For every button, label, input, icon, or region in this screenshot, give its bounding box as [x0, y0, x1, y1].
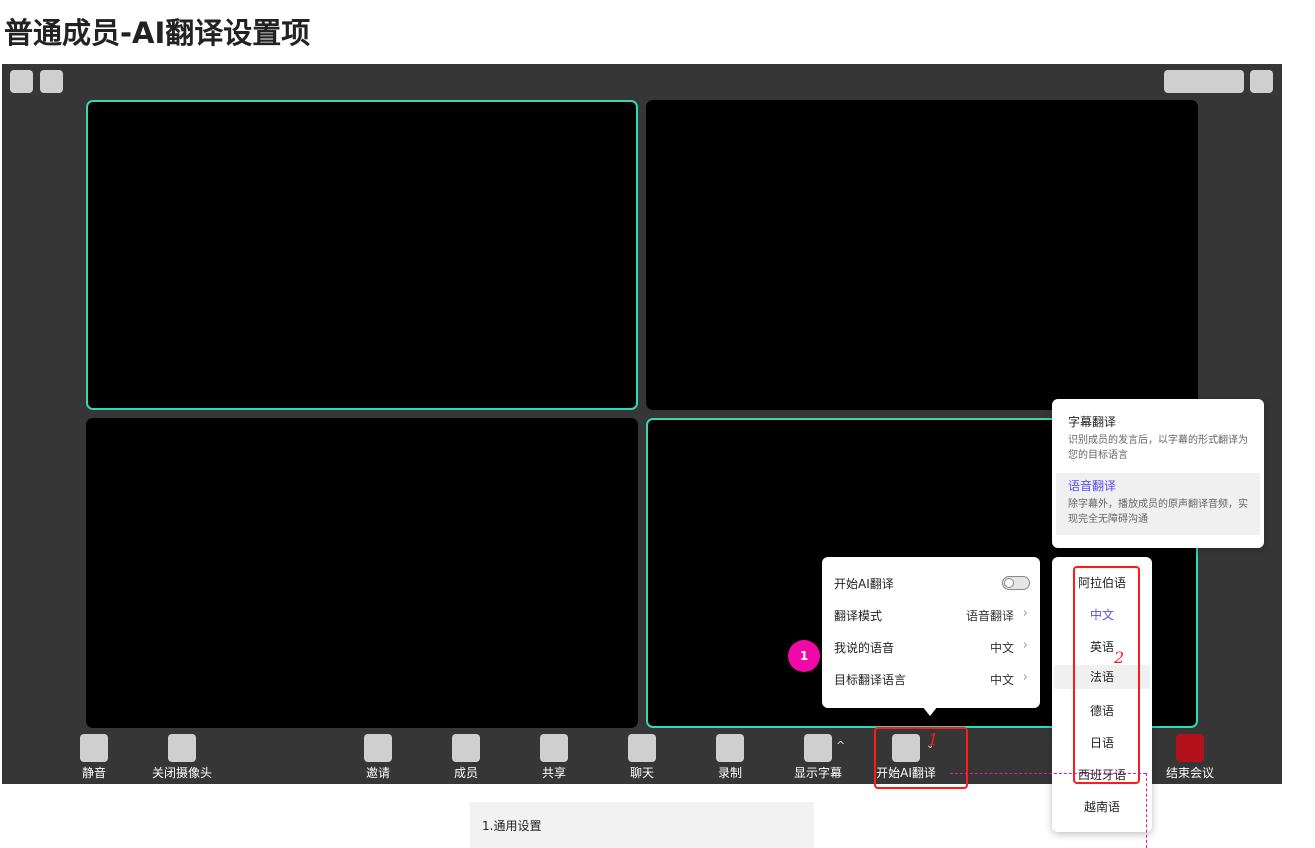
mode-option-desc: 识别成员的发言后，以字幕的形式翻译为您的目标语言 — [1068, 435, 1248, 461]
mode-option-title: 语音翻译 — [1068, 479, 1117, 493]
language-option[interactable]: 越南语 — [1054, 795, 1150, 819]
camera-off-label: 关闭摄像头 — [151, 766, 212, 780]
record-icon — [716, 734, 744, 762]
ai-translation-settings-popup: 开始AI翻译 翻译模式 语音翻译 › 我说的语音 中文 › 目标翻译语言 中文 … — [822, 557, 1040, 708]
subtitles-icon — [804, 734, 832, 762]
my-language-value: 中文 — [989, 641, 1014, 655]
chevron-right-icon: › — [1022, 606, 1028, 621]
translation-mode-row[interactable]: 翻译模式 语音翻译 › — [834, 604, 1030, 626]
page-title: 普通成员-AI翻译设置项 — [4, 16, 311, 50]
video-tile-active[interactable] — [86, 100, 638, 410]
chevron-up-icon[interactable]: ^ — [836, 739, 845, 752]
end-meeting-button[interactable]: 结束会议 — [1150, 734, 1230, 781]
chevron-right-icon: › — [1022, 638, 1028, 653]
video-tile[interactable] — [646, 100, 1198, 410]
end-meeting-label: 结束会议 — [1165, 766, 1214, 780]
mute-button[interactable]: 静音 — [54, 734, 134, 781]
share-button[interactable]: 共享 — [514, 734, 594, 781]
toggle-knob — [1004, 578, 1014, 588]
step-badge: 1 — [788, 640, 820, 672]
mode-option-title: 字幕翻译 — [1068, 415, 1117, 429]
my-language-label: 我说的语音 — [834, 641, 895, 655]
members-icon — [452, 734, 480, 762]
chevron-right-icon: › — [1022, 670, 1028, 685]
target-language-value: 中文 — [989, 673, 1014, 687]
window-control-button[interactable] — [10, 70, 33, 93]
share-icon — [540, 734, 568, 762]
mode-option-voice[interactable]: 语音翻译 除字幕外，播放成员的原声翻译音频，实现完全无障碍沟通 — [1056, 473, 1260, 535]
popup-pointer — [922, 706, 938, 716]
show-subtitles-button[interactable]: 显示字幕 — [778, 734, 858, 781]
translation-mode-popup: 字幕翻译 识别成员的发言后，以字幕的形式翻译为您的目标语言 语音翻译 除字幕外，… — [1052, 399, 1264, 548]
chat-label: 聊天 — [629, 766, 654, 780]
record-label: 录制 — [717, 766, 742, 780]
ai-translation-toggle[interactable] — [1002, 576, 1030, 590]
video-tile[interactable] — [86, 418, 638, 728]
share-label: 共享 — [541, 766, 566, 780]
section-header: 1.通用设置 — [470, 802, 814, 848]
camera-icon — [168, 734, 196, 762]
annotation-box-1 — [874, 727, 968, 789]
chat-button[interactable]: 聊天 — [602, 734, 682, 781]
annotation-leader-line — [950, 773, 1146, 774]
mode-value: 语音翻译 — [965, 609, 1014, 623]
window-control-button[interactable] — [40, 70, 63, 93]
toggle-label: 开始AI翻译 — [834, 577, 894, 591]
show-subtitles-label: 显示字幕 — [793, 766, 842, 780]
mute-label: 静音 — [81, 766, 106, 780]
microphone-icon — [80, 734, 108, 762]
annotation-number-2: 2 — [1114, 648, 1125, 667]
start-ai-translation-row[interactable]: 开始AI翻译 — [834, 572, 1030, 594]
members-label: 成员 — [453, 766, 478, 780]
target-language-row[interactable]: 目标翻译语言 中文 › — [834, 668, 1030, 690]
top-right-pill-button[interactable] — [1164, 70, 1244, 93]
annotation-number-1: 1 — [928, 730, 939, 749]
members-button[interactable]: 成员 — [426, 734, 506, 781]
target-language-label: 目标翻译语言 — [834, 673, 907, 687]
mode-option-desc: 除字幕外，播放成员的原声翻译音频，实现完全无障碍沟通 — [1068, 499, 1248, 525]
invite-label: 邀请 — [365, 766, 390, 780]
chat-icon — [628, 734, 656, 762]
end-call-icon — [1176, 734, 1204, 762]
section-label: 1.通用设置 — [482, 819, 542, 833]
camera-off-button[interactable]: 关闭摄像头 — [142, 734, 222, 781]
mode-label: 翻译模式 — [834, 609, 883, 623]
annotation-leader-line — [1146, 773, 1147, 848]
mode-option-subtitle[interactable]: 字幕翻译 识别成员的发言后，以字幕的形式翻译为您的目标语言 — [1056, 413, 1260, 469]
invite-icon — [364, 734, 392, 762]
record-button[interactable]: 录制 — [690, 734, 770, 781]
top-right-square-button[interactable] — [1250, 70, 1273, 93]
invite-button[interactable]: 邀请 — [338, 734, 418, 781]
annotation-box-2 — [1073, 566, 1140, 784]
my-language-row[interactable]: 我说的语音 中文 › — [834, 636, 1030, 658]
